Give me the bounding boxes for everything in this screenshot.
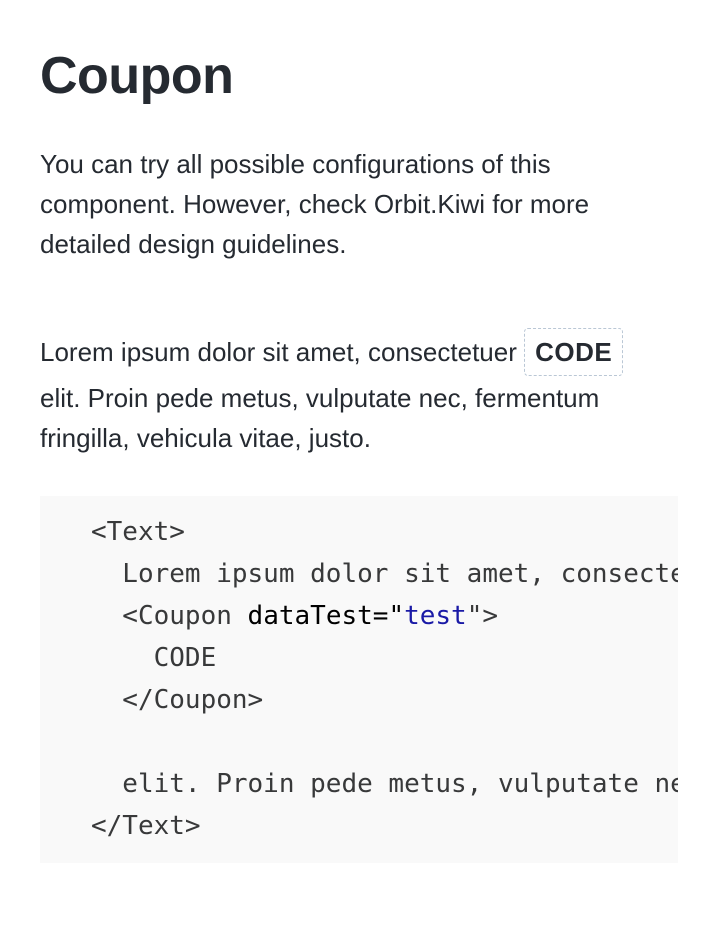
demo-line-1: Lorem ipsum dolor sit amet, consectetuer… <box>40 328 670 378</box>
page-title: Coupon <box>40 47 234 105</box>
code-line-4: CODE <box>91 643 217 673</box>
code-example[interactable]: <Text> Lorem ipsum dolor sit amet, conse… <box>40 496 678 863</box>
code-line-7: elit. Proin pede metus, vulputate nec, f… <box>122 769 678 799</box>
code-line-2: Lorem ipsum dolor sit amet, consectetuer <box>122 559 678 589</box>
demo-line-2: elit. Proin pede metus, vulputate nec, f… <box>40 383 600 414</box>
code-line-8: </Text> <box>91 811 201 841</box>
demo-line-3: fringilla, vehicula vitae, justo. <box>40 423 371 454</box>
coupon-badge[interactable]: CODE <box>524 328 624 377</box>
code-line-3: <Coupon dataTest="test"> <box>91 595 498 637</box>
code-coupon-tag: <Coupon <box>91 601 248 631</box>
code-attr-value: test <box>404 601 467 631</box>
demo-text-before: Lorem ipsum dolor sit amet, consectetuer <box>40 337 525 367</box>
code-attr-name: dataTest= <box>247 601 389 631</box>
code-quote-open: " <box>388 601 405 631</box>
code-quote-close: "> <box>466 601 499 631</box>
coupon-demo: Lorem ipsum dolor sit amet, consectetuer… <box>40 328 670 458</box>
code-line-5: </Coupon> <box>91 685 264 715</box>
intro-text: You can try all possible configurations … <box>40 149 590 259</box>
code-line-1: <Text> <box>91 517 185 547</box>
